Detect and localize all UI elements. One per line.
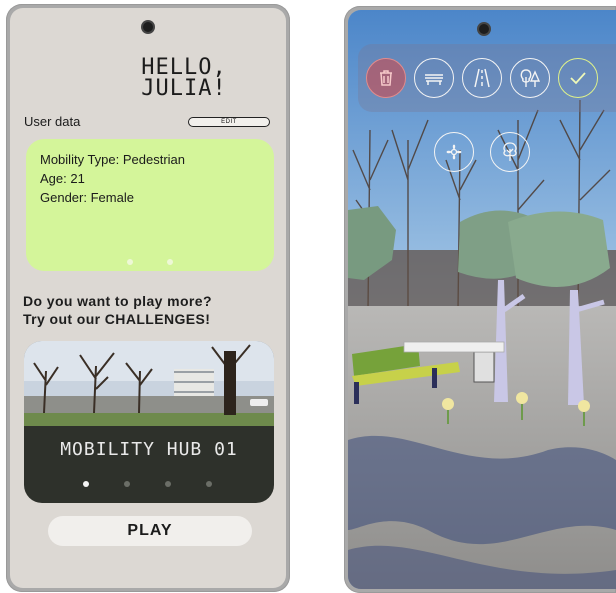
card-page-dot-2[interactable]	[167, 259, 173, 265]
user-data-card[interactable]: Mobility Type: Pedestrian Age: 21 Gender…	[26, 139, 274, 271]
flower-icon	[446, 144, 462, 160]
trash-can-tool[interactable]	[366, 58, 406, 98]
card-page-dot-1[interactable]	[127, 259, 133, 265]
greeting-line-1: HELLO,	[141, 55, 227, 80]
challenge-photo	[24, 341, 274, 426]
front-camera	[479, 24, 489, 34]
profile-screen: HELLO, JULIA! User data EDIT Mobility Ty…	[10, 8, 286, 588]
road-tool[interactable]	[462, 58, 502, 98]
front-camera	[143, 22, 153, 32]
trees-icon	[520, 69, 541, 87]
challenge-page-dot-3[interactable]	[165, 481, 171, 487]
user-data-label: User data	[24, 114, 81, 129]
mobility-type: Mobility Type: Pedestrian	[40, 152, 185, 167]
age: Age: 21	[40, 171, 85, 186]
promo-challenges: Try out our CHALLENGES!	[23, 311, 211, 327]
confirm-tool[interactable]	[558, 58, 598, 98]
promo-question: Do you want to play more?	[23, 293, 212, 309]
road-icon	[474, 68, 490, 88]
flower-tool[interactable]	[434, 132, 474, 172]
trees-tool[interactable]	[510, 58, 550, 98]
challenge-page-dot-4[interactable]	[206, 481, 212, 487]
tree-icon	[503, 142, 517, 161]
trash-can-icon	[380, 70, 392, 86]
challenge-page-dot-2[interactable]	[124, 481, 130, 487]
checkmark-icon	[570, 72, 586, 85]
play-button[interactable]: PLAY	[48, 516, 252, 546]
left-phone: HELLO, JULIA! User data EDIT Mobility Ty…	[6, 4, 290, 592]
bench-icon	[425, 74, 443, 85]
challenge-card[interactable]: MOBILITY HUB 01	[24, 341, 274, 503]
challenge-title: MOBILITY HUB 01	[60, 439, 238, 460]
tree-tool[interactable]	[490, 132, 530, 172]
ar-screen	[348, 10, 616, 589]
greeting-line-2: JULIA!	[141, 76, 227, 101]
right-phone	[344, 6, 616, 593]
gender: Gender: Female	[40, 190, 134, 205]
challenge-page-dot-1[interactable]	[83, 481, 89, 487]
bench-tool[interactable]	[414, 58, 454, 98]
edit-button[interactable]: EDIT	[188, 117, 270, 127]
